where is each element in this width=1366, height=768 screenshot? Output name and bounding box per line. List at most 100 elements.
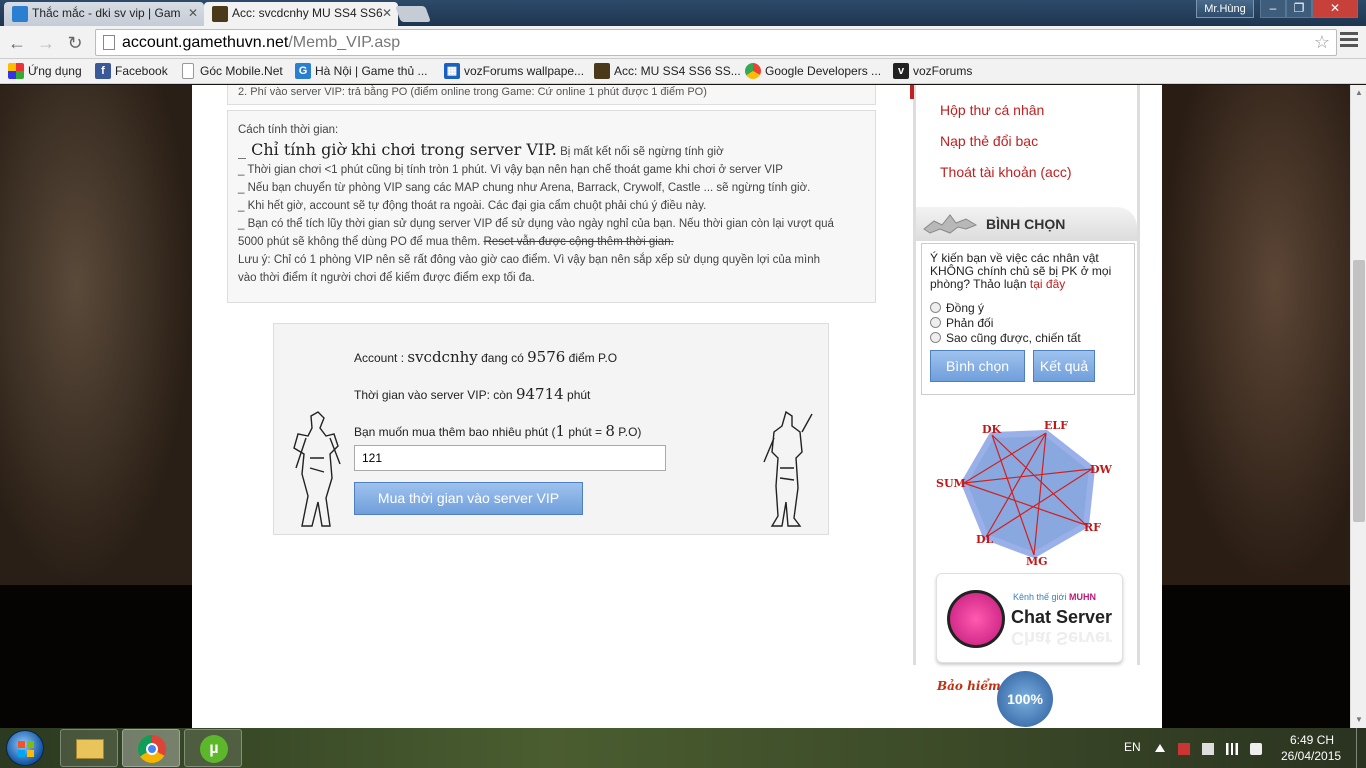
time-rules-heading: Cách tính thời gian: <box>238 124 339 136</box>
clock-date[interactable]: 26/04/2015 <box>1281 749 1341 763</box>
has-label: đang có <box>481 351 524 365</box>
close-window-icon[interactable]: ✕ <box>1312 0 1358 18</box>
back-icon[interactable]: ← <box>6 32 28 54</box>
background-art-right <box>1162 85 1350 585</box>
scroll-down-icon[interactable]: ▼ <box>1351 712 1366 728</box>
page-icon <box>182 63 194 79</box>
time-rule-line: _ Bạn có thể tích lũy thời gian sử dụng … <box>238 218 834 230</box>
chrome-menu-icon[interactable] <box>1340 32 1358 50</box>
chat-logo-icon <box>947 590 1005 648</box>
minimize-icon[interactable]: ‒ <box>1260 0 1286 18</box>
time-rule-line: 5000 phút sẽ không thể dùng PO để mua th… <box>238 233 865 251</box>
bookmark-goc-mobile[interactable]: Góc Mobile.Net <box>180 62 283 80</box>
tab-acc-mu[interactable]: Acc: svcdcnhy MU SS4 SS6 ✕ <box>204 2 398 26</box>
chat-server-banner[interactable]: Kênh thế giới MUHN Chat Server Chat Serv… <box>936 573 1123 663</box>
note-line: vào thời điểm ít người chơi để kiếm được… <box>238 272 535 284</box>
time-rules-box: Cách tính thời gian: _ Chỉ tính giờ khi … <box>227 110 876 303</box>
bookmark-label: Acc: MU SS4 SS6 SS... <box>614 64 741 78</box>
minutes-input[interactable] <box>354 445 666 471</box>
buy-question-row: Bạn muốn mua thêm bao nhiêu phút (1 phút… <box>354 422 641 440</box>
time-rules-main-suffix: Bị mất kết nối sẽ ngừng tính giờ <box>560 146 724 158</box>
vote-submit-button[interactable]: Bình chọn <box>930 350 1025 382</box>
close-icon[interactable]: ✕ <box>188 6 198 20</box>
chat-subtitle-brand: MUHN <box>1068 592 1096 602</box>
sidebar-link-logout[interactable]: Thoát tài khoản (acc) <box>940 164 1072 180</box>
buy-vip-time-button[interactable]: Mua thời gian vào server VIP <box>354 482 583 515</box>
volume-icon[interactable] <box>1250 743 1262 755</box>
radio-button[interactable] <box>930 332 941 343</box>
address-bar[interactable]: account.gamethuvn.net/Memb_VIP.asp ☆ <box>95 29 1337 56</box>
vote-discussion-link[interactable]: tại đây <box>1030 277 1065 291</box>
sidebar-link-topup[interactable]: Nạp thẻ đổi bạc <box>940 133 1038 149</box>
chat-subtitle: Kênh thế giới MUHN <box>1013 592 1096 602</box>
explorer-icon[interactable] <box>60 729 118 767</box>
signal-icon[interactable] <box>1226 743 1238 755</box>
utorrent-icon[interactable]: µ <box>184 729 242 767</box>
flag-alert-icon[interactable] <box>1178 743 1190 755</box>
vote-option-label: Sao cũng được, chiến tất <box>946 331 1081 345</box>
chrome-icon[interactable] <box>122 729 180 767</box>
vote-result-button[interactable]: Kết quả <box>1033 350 1095 382</box>
windows-taskbar: µ EN 6:49 CH 26/04/2015 <box>0 728 1366 768</box>
page-scrollbar[interactable]: ▲ ▼ <box>1350 85 1366 728</box>
url-path: /Memb_VIP.asp <box>288 34 401 51</box>
chat-title-reflection: Chat Server <box>1011 628 1113 648</box>
bookmark-apps[interactable]: Ứng dụng <box>8 62 82 80</box>
page-icon <box>103 35 115 50</box>
warrior-right-image <box>763 410 813 527</box>
language-indicator[interactable]: EN <box>1124 740 1141 754</box>
profile-button[interactable]: Mr.Hùng <box>1196 0 1254 18</box>
bookmark-facebook[interactable]: f Facebook <box>95 62 168 80</box>
time-rules-main: _ Chỉ tính giờ khi chơi trong server VIP… <box>238 141 865 161</box>
vote-option-agree[interactable]: Đồng ý <box>930 302 984 315</box>
time-rules-main-big: _ Chỉ tính giờ khi chơi trong server VIP… <box>238 140 557 159</box>
close-icon[interactable]: ✕ <box>382 6 392 20</box>
radio-button[interactable] <box>930 302 941 313</box>
points-value: 9576 <box>527 348 566 366</box>
vote-header: BÌNH CHỌN <box>916 207 1137 241</box>
bookmark-vozforums[interactable]: v vozForums <box>893 62 972 80</box>
time-rule-text: 5000 phút sẽ không thể dùng PO để mua th… <box>238 236 481 248</box>
bookmark-vozforums-wallpaper[interactable]: ▦ vozForums wallpape... <box>444 62 584 80</box>
show-desktop-button[interactable] <box>1356 728 1366 768</box>
forward-icon[interactable]: → <box>35 32 57 54</box>
bookmark-label: Hà Nội | Game thủ ... <box>315 64 428 78</box>
scroll-thumb[interactable] <box>1353 260 1365 522</box>
radio-button[interactable] <box>930 317 941 328</box>
gamethuvn-icon <box>12 6 28 22</box>
google-icon <box>745 63 761 79</box>
buy-question: Bạn muốn mua thêm bao nhiêu phút ( <box>354 425 556 439</box>
network-device-icon[interactable] <box>1202 743 1214 755</box>
bookmark-google-developers[interactable]: Google Developers ... <box>745 62 881 80</box>
tab-strip: Thắc mắc - dki sv vip | Gam ✕ Acc: svcdc… <box>0 0 1366 26</box>
page-viewport: 2. Phí vào server VIP: trả bằng PO (điểm… <box>0 85 1350 728</box>
reload-icon[interactable]: ↻ <box>64 32 86 54</box>
bookmarks-bar: Ứng dụng f Facebook Góc Mobile.Net G Hà … <box>0 59 1366 84</box>
bookmark-ha-noi[interactable]: G Hà Nội | Game thủ ... <box>295 62 428 80</box>
tab-thac-mac[interactable]: Thắc mắc - dki sv vip | Gam ✕ <box>4 2 204 26</box>
dragon-icon <box>923 214 978 234</box>
background-art-left <box>0 85 192 585</box>
show-hidden-icons[interactable] <box>1155 744 1165 752</box>
bookmark-acc-mu[interactable]: Acc: MU SS4 SS6 SS... <box>594 62 741 80</box>
url-domain: account.gamethuvn.net <box>122 34 289 51</box>
bookmark-label: Góc Mobile.Net <box>200 64 283 78</box>
account-label: Account : <box>354 351 405 365</box>
scroll-up-icon[interactable]: ▲ <box>1351 85 1366 101</box>
sidebar-link-inbox[interactable]: Hộp thư cá nhân <box>940 102 1044 118</box>
restore-icon[interactable]: ❐ <box>1286 0 1312 18</box>
tab-title: Thắc mắc - dki sv vip | Gam <box>32 6 181 20</box>
clock-time[interactable]: 6:49 CH <box>1290 733 1334 747</box>
insurance-badge[interactable]: Bảo hiểm đồ 100% <box>937 671 1117 728</box>
bookmark-star-icon[interactable]: ☆ <box>1314 30 1330 55</box>
vozforums-icon: ▦ <box>444 63 460 79</box>
new-tab-button[interactable] <box>395 6 431 22</box>
vote-option-any[interactable]: Sao cũng được, chiến tất <box>930 332 1081 345</box>
sidebar-accent <box>910 85 914 99</box>
rate-points: 8 <box>605 422 615 440</box>
vote-option-disagree[interactable]: Phản đối <box>930 317 993 330</box>
start-button[interactable] <box>6 730 44 766</box>
apps-grid-icon <box>8 63 24 79</box>
windows-logo-icon <box>18 741 34 757</box>
time-row: Thời gian vào server VIP: còn 94714 phút <box>354 385 590 403</box>
